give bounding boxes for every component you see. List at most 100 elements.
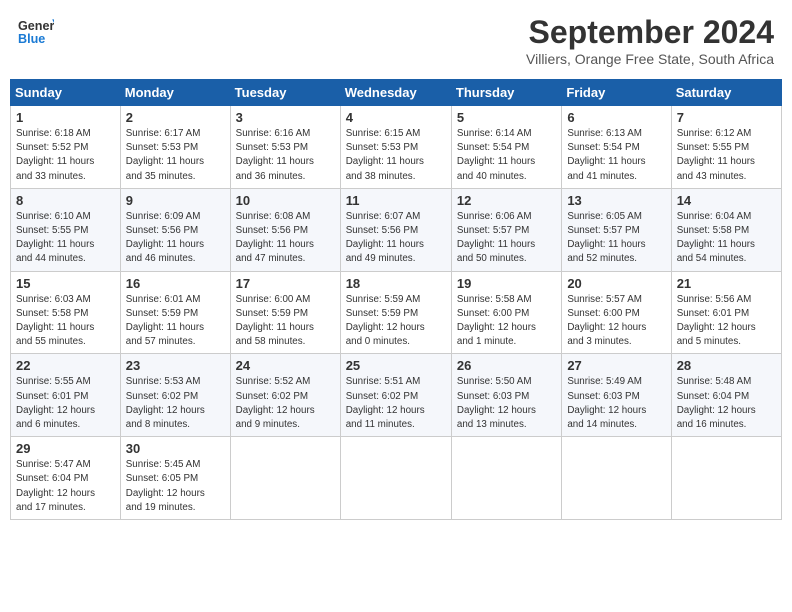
calendar-cell	[451, 437, 561, 520]
day-number: 19	[457, 276, 556, 291]
calendar-cell: 11 Sunrise: 6:07 AM Sunset: 5:56 PM Dayli…	[340, 188, 451, 271]
calendar-cell: 28 Sunrise: 5:48 AM Sunset: 6:04 PM Dayli…	[671, 354, 781, 437]
calendar-cell: 20 Sunrise: 5:57 AM Sunset: 6:00 PM Dayli…	[562, 271, 671, 354]
calendar-cell: 7 Sunrise: 6:12 AM Sunset: 5:55 PM Daylig…	[671, 106, 781, 189]
day-number: 23	[126, 358, 225, 373]
calendar-cell: 12 Sunrise: 6:06 AM Sunset: 5:57 PM Dayli…	[451, 188, 561, 271]
calendar-cell: 21 Sunrise: 5:56 AM Sunset: 6:01 PM Dayli…	[671, 271, 781, 354]
calendar-cell	[671, 437, 781, 520]
calendar-cell	[562, 437, 671, 520]
calendar-cell: 26Sunrise: 5:50 AM Sunset: 6:03 PM Dayli…	[451, 354, 561, 437]
day-info: Sunrise: 6:17 AM Sunset: 5:53 PM Dayligh…	[126, 127, 225, 184]
calendar-cell: 18 Sunrise: 5:59 AM Sunset: 5:59 PM Dayli…	[340, 271, 451, 354]
day-info: Sunrise: 5:45 AM Sunset: 6:05 PM Dayligh…	[126, 458, 225, 515]
day-number: 28	[677, 358, 776, 373]
day-info: Sunrise: 6:01 AM Sunset: 5:59 PM Dayligh…	[126, 293, 225, 350]
calendar-cell: 23 Sunrise: 5:53 AM Sunset: 6:02 PM Dayli…	[120, 354, 230, 437]
day-info: Sunrise: 6:07 AM Sunset: 5:56 PM Dayligh…	[346, 210, 446, 267]
day-info: Sunrise: 6:05 AM Sunset: 5:57 PM Dayligh…	[567, 210, 665, 267]
day-info: Sunrise: 6:09 AM Sunset: 5:56 PM Dayligh…	[126, 210, 225, 267]
day-number: 15	[16, 276, 115, 291]
day-number: 8	[16, 193, 115, 208]
calendar-cell: 25 Sunrise: 5:51 AM Sunset: 6:02 PM Dayli…	[340, 354, 451, 437]
calendar-cell: 4 Sunrise: 6:15 AM Sunset: 5:53 PM Daylig…	[340, 106, 451, 189]
calendar-cell: 30 Sunrise: 5:45 AM Sunset: 6:05 PM Dayli…	[120, 437, 230, 520]
calendar-cell: 27 Sunrise: 5:49 AM Sunset: 6:03 PM Dayli…	[562, 354, 671, 437]
calendar-cell: 3 Sunrise: 6:16 AM Sunset: 5:53 PM Daylig…	[230, 106, 340, 189]
calendar-cell	[340, 437, 451, 520]
weekday-header-friday: Friday	[562, 80, 671, 106]
day-number: 30	[126, 441, 225, 456]
day-info: Sunrise: 6:15 AM Sunset: 5:53 PM Dayligh…	[346, 127, 446, 184]
weekday-header-thursday: Thursday	[451, 80, 561, 106]
day-info: Sunrise: 6:14 AM Sunset: 5:54 PM Dayligh…	[457, 127, 556, 184]
calendar-cell: 24 Sunrise: 5:52 AM Sunset: 6:02 PM Dayli…	[230, 354, 340, 437]
day-number: 20	[567, 276, 665, 291]
day-info: Sunrise: 5:53 AM Sunset: 6:02 PM Dayligh…	[126, 375, 225, 432]
day-number: 25	[346, 358, 446, 373]
calendar-cell: 1 Sunrise: 6:18 AM Sunset: 5:52 PM Daylig…	[11, 106, 121, 189]
day-number: 12	[457, 193, 556, 208]
day-number: 1	[16, 110, 115, 125]
day-number: 16	[126, 276, 225, 291]
day-info: Sunrise: 5:58 AM Sunset: 6:00 PM Dayligh…	[457, 293, 556, 350]
day-info: Sunrise: 5:59 AM Sunset: 5:59 PM Dayligh…	[346, 293, 446, 350]
day-info: Sunrise: 6:04 AM Sunset: 5:58 PM Dayligh…	[677, 210, 776, 267]
location-subtitle: Villiers, Orange Free State, South Afric…	[526, 51, 774, 67]
day-number: 10	[236, 193, 335, 208]
day-info: Sunrise: 5:57 AM Sunset: 6:00 PM Dayligh…	[567, 293, 665, 350]
day-number: 6	[567, 110, 665, 125]
day-info: Sunrise: 6:08 AM Sunset: 5:56 PM Dayligh…	[236, 210, 335, 267]
calendar-cell: 14 Sunrise: 6:04 AM Sunset: 5:58 PM Dayli…	[671, 188, 781, 271]
day-info: Sunrise: 6:18 AM Sunset: 5:52 PM Dayligh…	[16, 127, 115, 184]
calendar-cell: 29Sunrise: 5:47 AM Sunset: 6:04 PM Dayli…	[11, 437, 121, 520]
page-header: General Blue September 2024 Villiers, Or…	[10, 10, 782, 71]
day-info: Sunrise: 6:06 AM Sunset: 5:57 PM Dayligh…	[457, 210, 556, 267]
day-info: Sunrise: 5:56 AM Sunset: 6:01 PM Dayligh…	[677, 293, 776, 350]
calendar-cell: 17 Sunrise: 6:00 AM Sunset: 5:59 PM Dayli…	[230, 271, 340, 354]
day-number: 5	[457, 110, 556, 125]
day-info: Sunrise: 5:52 AM Sunset: 6:02 PM Dayligh…	[236, 375, 335, 432]
day-info: Sunrise: 5:51 AM Sunset: 6:02 PM Dayligh…	[346, 375, 446, 432]
day-number: 9	[126, 193, 225, 208]
day-number: 4	[346, 110, 446, 125]
day-info: Sunrise: 6:00 AM Sunset: 5:59 PM Dayligh…	[236, 293, 335, 350]
day-info: Sunrise: 5:55 AM Sunset: 6:01 PM Dayligh…	[16, 375, 115, 432]
calendar-cell: 16 Sunrise: 6:01 AM Sunset: 5:59 PM Dayli…	[120, 271, 230, 354]
day-number: 14	[677, 193, 776, 208]
day-number: 7	[677, 110, 776, 125]
day-info: Sunrise: 5:49 AM Sunset: 6:03 PM Dayligh…	[567, 375, 665, 432]
day-info: Sunrise: 6:16 AM Sunset: 5:53 PM Dayligh…	[236, 127, 335, 184]
calendar-cell: 5 Sunrise: 6:14 AM Sunset: 5:54 PM Daylig…	[451, 106, 561, 189]
calendar-cell: 13 Sunrise: 6:05 AM Sunset: 5:57 PM Dayli…	[562, 188, 671, 271]
day-number: 22	[16, 358, 115, 373]
calendar-cell: 10 Sunrise: 6:08 AM Sunset: 5:56 PM Dayli…	[230, 188, 340, 271]
day-number: 18	[346, 276, 446, 291]
weekday-header-wednesday: Wednesday	[340, 80, 451, 106]
day-info: Sunrise: 6:12 AM Sunset: 5:55 PM Dayligh…	[677, 127, 776, 184]
day-info: Sunrise: 5:50 AM Sunset: 6:03 PM Dayligh…	[457, 375, 556, 432]
day-number: 21	[677, 276, 776, 291]
calendar-cell: 22 Sunrise: 5:55 AM Sunset: 6:01 PM Dayli…	[11, 354, 121, 437]
calendar-cell: 6Sunrise: 6:13 AM Sunset: 5:54 PM Daylig…	[562, 106, 671, 189]
day-number: 27	[567, 358, 665, 373]
day-number: 17	[236, 276, 335, 291]
calendar-cell: 2 Sunrise: 6:17 AM Sunset: 5:53 PM Daylig…	[120, 106, 230, 189]
day-number: 24	[236, 358, 335, 373]
day-info: Sunrise: 6:10 AM Sunset: 5:55 PM Dayligh…	[16, 210, 115, 267]
day-number: 3	[236, 110, 335, 125]
calendar-table: SundayMondayTuesdayWednesdayThursdayFrid…	[10, 79, 782, 520]
logo: General Blue	[18, 14, 54, 50]
weekday-header-monday: Monday	[120, 80, 230, 106]
day-info: Sunrise: 5:48 AM Sunset: 6:04 PM Dayligh…	[677, 375, 776, 432]
day-info: Sunrise: 6:03 AM Sunset: 5:58 PM Dayligh…	[16, 293, 115, 350]
weekday-header-tuesday: Tuesday	[230, 80, 340, 106]
day-number: 11	[346, 193, 446, 208]
day-number: 2	[126, 110, 225, 125]
day-info: Sunrise: 5:47 AM Sunset: 6:04 PM Dayligh…	[16, 458, 115, 515]
weekday-header-sunday: Sunday	[11, 80, 121, 106]
month-title: September 2024	[526, 14, 774, 51]
calendar-cell: 9 Sunrise: 6:09 AM Sunset: 5:56 PM Daylig…	[120, 188, 230, 271]
day-number: 13	[567, 193, 665, 208]
calendar-cell: 15 Sunrise: 6:03 AM Sunset: 5:58 PM Dayli…	[11, 271, 121, 354]
